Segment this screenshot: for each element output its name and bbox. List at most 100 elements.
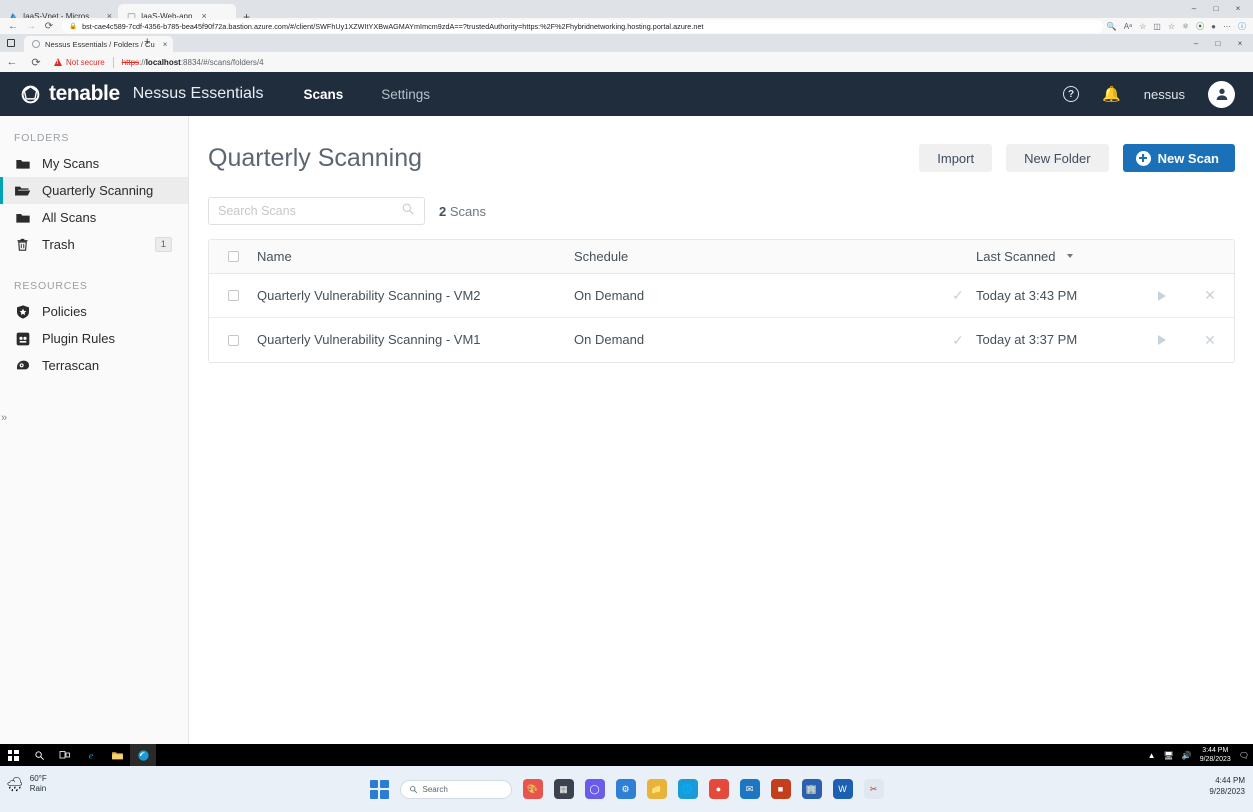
trash-icon bbox=[14, 236, 31, 253]
search-input[interactable] bbox=[218, 204, 401, 218]
file-explorer-icon[interactable] bbox=[104, 744, 130, 766]
nav-link-scans[interactable]: Scans bbox=[303, 87, 343, 102]
store-icon[interactable]: 🏢 bbox=[801, 779, 822, 799]
sidebar-expand-button[interactable]: » bbox=[1, 412, 7, 424]
vm-clock-time: 3:44 PM bbox=[1202, 747, 1229, 754]
host-clock[interactable]: 4:44 PM 9/28/2023 bbox=[1209, 775, 1245, 797]
new-tab-button[interactable]: + bbox=[144, 36, 150, 48]
windows-start-icon[interactable] bbox=[0, 744, 26, 766]
vm-clock[interactable]: 3:44 PM 9/28/2023 bbox=[1200, 746, 1231, 764]
table-row[interactable]: Quarterly Vulnerability Scanning - VM1 O… bbox=[209, 318, 1234, 362]
table-row[interactable]: Quarterly Vulnerability Scanning - VM2 O… bbox=[209, 274, 1234, 318]
sidebar-item-my-scans[interactable]: My Scans bbox=[0, 150, 188, 177]
collections-icon[interactable]: ☆ bbox=[1168, 22, 1175, 31]
profile-icon[interactable]: ● bbox=[1211, 22, 1216, 31]
settings-icon[interactable]: ⚙ bbox=[615, 779, 636, 799]
favorite-star-icon[interactable]: ☆ bbox=[1139, 22, 1146, 31]
brand[interactable]: tenable Nessus Essentials bbox=[20, 82, 263, 106]
internet-explorer-icon[interactable]: e bbox=[78, 744, 104, 766]
sort-descending-icon[interactable] bbox=[1066, 254, 1073, 259]
column-header-name[interactable]: Name bbox=[257, 248, 574, 266]
search-scans-box[interactable] bbox=[208, 197, 425, 225]
scan-name-cell[interactable]: Quarterly Vulnerability Scanning - VM2 bbox=[257, 287, 574, 305]
close-window-button[interactable]: × bbox=[1227, 1, 1249, 15]
sidebar-item-policies[interactable]: Policies bbox=[0, 298, 188, 325]
paint-icon[interactable]: 🎨 bbox=[522, 779, 543, 799]
close-window-button[interactable]: × bbox=[1229, 36, 1251, 50]
play-icon[interactable] bbox=[1158, 335, 1166, 345]
notification-bell-icon[interactable]: 🔔 bbox=[1102, 85, 1121, 103]
action-center-icon[interactable]: 🗨 bbox=[1239, 751, 1249, 760]
calculator-icon[interactable]: ▦ bbox=[553, 779, 574, 799]
search-icon[interactable] bbox=[26, 744, 52, 766]
teams-icon[interactable]: ◯ bbox=[584, 779, 605, 799]
nav-link-settings[interactable]: Settings bbox=[381, 87, 430, 102]
scan-schedule-cell: On Demand bbox=[574, 331, 940, 349]
copilot-icon[interactable]: ⓘ bbox=[1238, 21, 1246, 32]
select-all-checkbox[interactable] bbox=[227, 251, 239, 262]
row-checkbox[interactable] bbox=[227, 334, 239, 346]
search-icon[interactable] bbox=[401, 202, 415, 221]
sidebar-item-trash[interactable]: Trash 1 bbox=[0, 231, 188, 258]
extensions-icon[interactable]: ⦿ bbox=[1196, 21, 1204, 32]
forward-button[interactable]: → bbox=[22, 21, 40, 32]
launch-scan-cell bbox=[1138, 335, 1186, 345]
close-x-icon[interactable]: ✕ bbox=[1204, 332, 1216, 349]
split-screen-icon[interactable]: ◫ bbox=[1153, 22, 1161, 31]
outer-url-input[interactable]: 🔒 bst-cae4c589-7cdf-4356-b785-bea45f90f7… bbox=[62, 19, 1103, 33]
browser-tab-nessus[interactable]: Nessus Essentials / Folders / Cu × bbox=[24, 36, 174, 52]
file-explorer-icon[interactable]: 📁 bbox=[646, 779, 667, 799]
sidebar-item-plugin-rules[interactable]: Plugin Rules bbox=[0, 325, 188, 352]
word-icon[interactable]: W bbox=[832, 779, 853, 799]
help-question-icon[interactable]: ? bbox=[1063, 86, 1080, 102]
new-scan-button[interactable]: New Scan bbox=[1122, 144, 1235, 172]
scan-schedule-cell: On Demand bbox=[574, 287, 940, 305]
row-checkbox[interactable] bbox=[227, 290, 239, 301]
sidebar-item-label: All Scans bbox=[42, 210, 97, 225]
sidebar-item-all-scans[interactable]: All Scans bbox=[0, 204, 188, 231]
network-icon[interactable]: 🖥 bbox=[1164, 751, 1174, 760]
vm-url-text[interactable]: https://localhost:8834/#/scans/folders/4 bbox=[122, 58, 264, 67]
volume-muted-icon[interactable]: 🔊 bbox=[1182, 751, 1192, 760]
chevron-up-icon[interactable]: ▲ bbox=[1148, 751, 1156, 760]
new-folder-button[interactable]: New Folder bbox=[1006, 144, 1109, 172]
sidebar-item-terrascan[interactable]: Terrascan bbox=[0, 352, 188, 379]
read-aloud-icon[interactable]: Aᵃ bbox=[1124, 22, 1132, 31]
play-icon[interactable] bbox=[1158, 290, 1166, 301]
folder-icon bbox=[14, 209, 31, 226]
scan-count-label: Scans bbox=[449, 203, 486, 219]
task-view-icon[interactable] bbox=[52, 744, 78, 766]
settings-more-icon[interactable]: ⋯ bbox=[1223, 22, 1231, 31]
edge-icon[interactable]: 🌐 bbox=[677, 779, 698, 799]
close-tab-icon[interactable]: × bbox=[163, 40, 168, 49]
vm-taskbar: e ▲ 🖥 🔊 3:44 PM 9/28/2023 🗨 bbox=[0, 744, 1253, 766]
zoom-icon[interactable]: 🔍 bbox=[1107, 22, 1117, 31]
close-x-icon[interactable]: ✕ bbox=[1204, 287, 1216, 304]
maximize-button[interactable]: □ bbox=[1205, 1, 1227, 15]
minimize-button[interactable]: – bbox=[1183, 1, 1205, 15]
maximize-button[interactable]: □ bbox=[1207, 36, 1229, 50]
not-secure-indicator[interactable]: Not secure bbox=[54, 58, 105, 67]
reload-button[interactable]: ⟳ bbox=[24, 56, 48, 69]
windows-11-start-icon[interactable] bbox=[369, 779, 389, 799]
sidebar-item-quarterly-scanning[interactable]: Quarterly Scanning bbox=[0, 177, 188, 204]
browser-essentials-icon[interactable]: ⚛ bbox=[1182, 22, 1189, 31]
scan-name-cell[interactable]: Quarterly Vulnerability Scanning - VM1 bbox=[257, 331, 574, 349]
host-search-box[interactable]: Search bbox=[399, 779, 512, 799]
back-button[interactable]: ← bbox=[4, 21, 22, 32]
microsoft-edge-icon[interactable] bbox=[130, 744, 156, 766]
column-header-last-scanned[interactable]: Last Scanned bbox=[976, 248, 1138, 266]
page-title: Quarterly Scanning bbox=[208, 143, 423, 172]
import-button[interactable]: Import bbox=[919, 144, 993, 172]
column-header-schedule[interactable]: Schedule bbox=[574, 248, 940, 266]
outlook-icon[interactable]: ✉ bbox=[739, 779, 760, 799]
reload-button[interactable]: ⟳ bbox=[40, 21, 58, 32]
chrome-icon[interactable]: ● bbox=[708, 779, 729, 799]
system-menu-icon[interactable] bbox=[4, 37, 18, 49]
back-button[interactable]: ← bbox=[0, 56, 24, 68]
row-select-cell bbox=[209, 290, 257, 301]
user-avatar-icon[interactable] bbox=[1208, 80, 1235, 108]
minimize-button[interactable]: – bbox=[1185, 36, 1207, 50]
office-icon[interactable]: ■ bbox=[770, 779, 791, 799]
snipping-tool-icon[interactable]: ✂ bbox=[863, 779, 884, 799]
